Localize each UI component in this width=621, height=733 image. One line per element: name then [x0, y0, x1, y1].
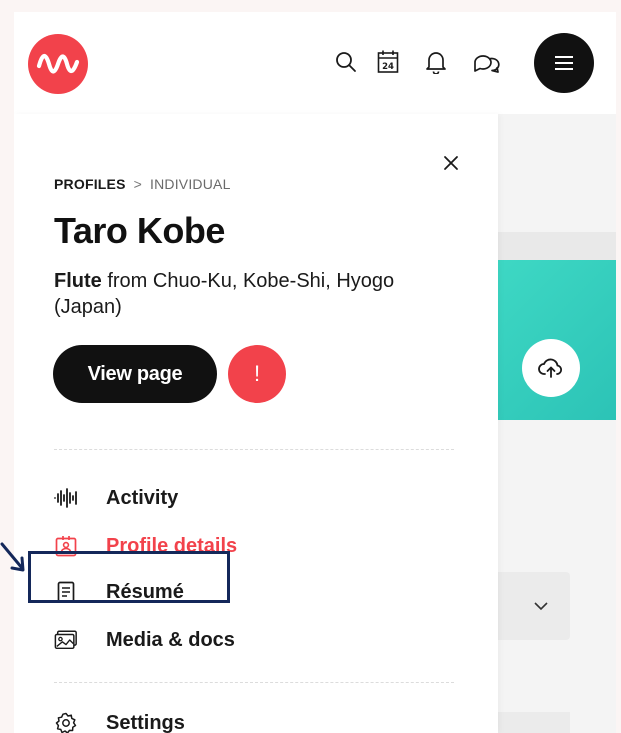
nav-label-settings: Settings	[106, 711, 185, 733]
breadcrumb-individual: INDIVIDUAL	[150, 176, 231, 192]
alert-button[interactable]: !	[228, 345, 286, 403]
annotation-arrow-icon	[0, 542, 25, 572]
media-icon	[54, 628, 78, 652]
app-frame: 24 PROFILES > INDIVIDUAL Taro Kobe Flute…	[14, 12, 616, 733]
nav-item-activity[interactable]: Activity	[54, 480, 354, 516]
nav-item-media-docs[interactable]: Media & docs	[54, 622, 354, 658]
annotation-highlight-box	[28, 551, 230, 603]
bell-icon[interactable]	[422, 48, 450, 76]
profile-name: Taro Kobe	[54, 210, 225, 251]
view-page-button[interactable]: View page	[53, 345, 217, 403]
waveform-icon	[54, 486, 78, 510]
search-icon[interactable]	[332, 48, 360, 76]
profile-subtitle: Flute from Chuo-Ku, Kobe-Shi, Hyogo (Jap…	[54, 268, 424, 320]
content-strip	[498, 232, 616, 260]
profile-instrument: Flute	[54, 270, 102, 292]
background-field	[498, 712, 570, 733]
close-button[interactable]	[438, 150, 464, 176]
breadcrumb-separator: >	[133, 176, 142, 192]
divider	[54, 682, 454, 683]
breadcrumb-profiles[interactable]: PROFILES	[54, 176, 126, 192]
calendar-icon[interactable]: 24	[374, 48, 402, 76]
logo-icon[interactable]	[28, 34, 88, 94]
menu-icon	[555, 56, 573, 70]
chat-icon[interactable]	[470, 48, 504, 76]
nav-label-activity: Activity	[106, 486, 179, 509]
nav-item-settings[interactable]: Settings	[54, 705, 354, 733]
gear-icon	[54, 711, 78, 733]
nav-label-media-docs: Media & docs	[106, 628, 235, 651]
upload-cover-button[interactable]	[522, 339, 580, 397]
cloud-upload-icon	[538, 358, 563, 378]
close-icon	[444, 156, 458, 170]
svg-text:24: 24	[382, 62, 394, 72]
top-bar: 24	[14, 12, 616, 114]
chevron-down-icon	[534, 601, 548, 610]
profile-side-panel: PROFILES > INDIVIDUAL Taro Kobe Flute fr…	[14, 114, 498, 733]
breadcrumb: PROFILES > INDIVIDUAL	[54, 176, 231, 192]
menu-button[interactable]	[534, 33, 594, 93]
profile-location: from Chuo-Ku, Kobe-Shi, Hyogo (Japan)	[54, 270, 395, 318]
background-dropdown[interactable]	[498, 572, 570, 640]
divider	[54, 449, 454, 450]
